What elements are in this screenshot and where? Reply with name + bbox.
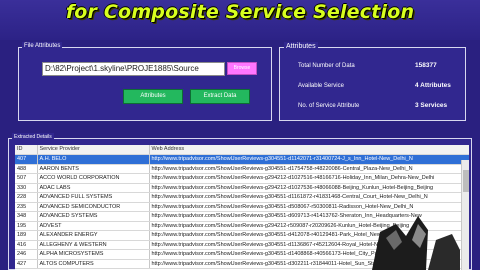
total-data-row: Total Number of Data 158377 <box>298 61 463 71</box>
vertical-scrollbar[interactable] <box>461 160 469 270</box>
cell-service-provider: ALLEGHENY & WESTERN <box>37 240 150 250</box>
file-attributes-title: File Attributes <box>22 42 63 51</box>
browse-button[interactable]: Browse <box>227 62 257 75</box>
table-header-row: ID Service Provider Web Address <box>15 145 469 155</box>
cell-web-address: http://www.tripadvisor.com/ShowUserRevie… <box>149 183 469 193</box>
cell-service-provider: ADVANCED SYSTEMS <box>37 211 150 222</box>
extracted-details-title: Extracted Details <box>12 133 54 142</box>
available-service-label: Available Service <box>298 83 344 89</box>
table-row[interactable]: 228 ADVANCED FULL SYSTEMS http://www.tripa… <box>15 192 469 203</box>
watermark-shape <box>428 234 460 270</box>
cell-service-provider: ALTOS COMPUTERS <box>37 259 150 269</box>
cell-service-provider: ADVEST <box>37 221 150 231</box>
cell-web-address: http://www.tripadvisor.com/ShowUserRevie… <box>149 154 469 165</box>
cell-id: 488 <box>15 164 38 174</box>
table-row[interactable]: 507 ACCO WORLD CORPORATION http://www.trip… <box>15 173 469 184</box>
column-header-id[interactable]: ID <box>15 145 38 155</box>
cell-id: 195 <box>15 221 38 231</box>
service-attribute-row: No. of Service Attribute 3 Services <box>298 101 463 111</box>
attributes-panel: Attributes Total Number of Data 158377 A… <box>279 42 466 121</box>
cell-service-provider: ACCO WORLD CORPORATION <box>37 173 150 184</box>
cell-id: 189 <box>15 230 38 241</box>
cell-service-provider: ADVANCED SEMICONDUCTOR <box>37 202 150 212</box>
cell-id: 427 <box>15 259 38 269</box>
cell-service-provider: ALPHA MICROSYSTEMS <box>37 249 150 260</box>
table-row[interactable]: 407 A.H. BELO http://www.tripadvisor.com/S… <box>15 154 469 165</box>
cell-id: 407 <box>15 154 38 165</box>
scrollbar-thumb[interactable] <box>463 170 469 192</box>
cell-id: 246 <box>15 249 38 260</box>
cell-id: 507 <box>15 173 38 184</box>
attributes-panel-title: Attributes <box>284 42 318 51</box>
column-header-service-provider[interactable]: Service Provider <box>37 145 150 155</box>
available-service-value: 4 Attributes <box>415 82 451 89</box>
cell-service-provider: A.H. BELO <box>37 154 150 165</box>
service-attribute-label: No. of Service Attribute <box>298 103 360 109</box>
title-banner: for Composite Service Selection <box>0 0 480 40</box>
total-data-label: Total Number of Data <box>298 63 355 69</box>
cell-service-provider: ALEXANDER ENERGY <box>37 230 150 241</box>
cell-id: 235 <box>15 202 38 212</box>
cell-service-provider: ADAC LABS <box>37 183 150 193</box>
cell-id: 348 <box>15 211 38 222</box>
cell-id: 228 <box>15 192 38 203</box>
cell-service-provider: ADVANCED FULL SYSTEMS <box>37 192 150 203</box>
cell-web-address: http://www.tripadvisor.com/ShowUserRevie… <box>149 164 469 174</box>
file-path-field[interactable]: D:\82\Project\1.skyline\PROJE1885\Source <box>42 62 225 76</box>
cell-web-address: http://www.tripadvisor.com/ShowUserRevie… <box>149 173 469 184</box>
file-attributes-panel: File Attributes D:\82\Project\1.skyline\… <box>18 42 272 121</box>
cell-id: 330 <box>15 183 38 193</box>
total-data-value: 158377 <box>415 62 437 69</box>
watermark-logo-icon <box>372 216 460 270</box>
table-row[interactable]: 488 AARON BENTS http://www.tripadvisor.com… <box>15 164 469 174</box>
extract-data-button[interactable]: Extract Data <box>190 89 250 104</box>
available-service-row: Available Service 4 Attributes <box>298 81 463 91</box>
attributes-button[interactable]: Attributes <box>123 89 183 104</box>
column-header-web-address[interactable]: Web Address <box>149 145 469 155</box>
cell-id: 416 <box>15 240 38 250</box>
cell-service-provider: AARON BENTS <box>37 164 150 174</box>
cell-web-address: http://www.tripadvisor.com/ShowUserRevie… <box>149 192 469 203</box>
table-row[interactable]: 330 ADAC LABS http://www.tripadvisor.com/S… <box>15 183 469 193</box>
service-attribute-value: 3 Services <box>415 102 448 109</box>
page-title: for Composite Service Selection <box>65 1 415 23</box>
